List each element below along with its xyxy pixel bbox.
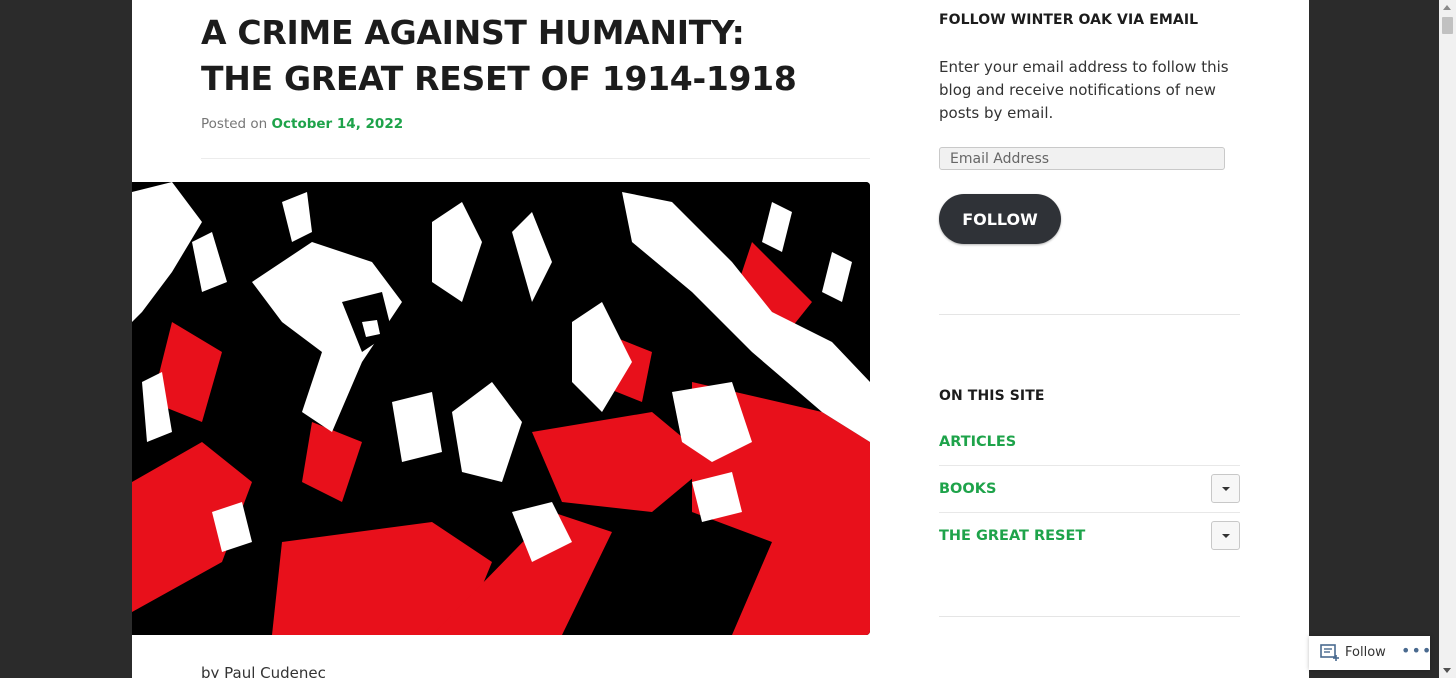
menu-item-the-great-reset[interactable]: THE GREAT RESET — [939, 513, 1240, 559]
follow-reader-icon — [1320, 644, 1340, 666]
dropdown-caret-icon[interactable] — [1211, 521, 1240, 550]
page-scrollbar[interactable] — [1439, 0, 1456, 678]
post-date-link[interactable]: October 14, 2022 — [272, 116, 404, 132]
post-meta: Posted on October 14, 2022 — [201, 116, 403, 132]
menu-item-books[interactable]: BOOKS — [939, 466, 1240, 512]
follow-bar-label[interactable]: Follow — [1345, 645, 1386, 660]
more-options-icon[interactable]: ••• — [1401, 641, 1432, 660]
menu-item-label[interactable]: ARTICLES — [939, 419, 1016, 465]
post-byline: by Paul Cudenec — [201, 664, 326, 678]
follow-button[interactable]: FOLLOW — [939, 194, 1061, 244]
posted-on-label: Posted on — [201, 116, 268, 132]
site-menu-title: ON THIS SITE — [939, 388, 1045, 404]
widget-divider — [939, 616, 1240, 617]
follow-widget-description: Enter your email address to follow this … — [939, 58, 1229, 122]
scroll-down-arrow-icon[interactable] — [1443, 668, 1451, 673]
post-title[interactable]: A CRIME AGAINST HUMANITY: THE GREAT RESE… — [201, 10, 821, 102]
follow-widget-title: FOLLOW WINTER OAK VIA EMAIL — [939, 12, 1199, 28]
meta-divider — [201, 158, 870, 159]
menu-item-articles[interactable]: ARTICLES — [939, 419, 1240, 465]
scroll-thumb[interactable] — [1442, 17, 1453, 34]
follow-bar[interactable]: Follow ••• — [1309, 636, 1432, 670]
page-content: A CRIME AGAINST HUMANITY: THE GREAT RESE… — [132, 0, 1309, 678]
menu-item-label[interactable]: THE GREAT RESET — [939, 513, 1085, 559]
dropdown-caret-icon[interactable] — [1211, 474, 1240, 503]
menu-item-label[interactable]: BOOKS — [939, 466, 996, 512]
widget-divider — [939, 314, 1240, 315]
woodcut-artwork — [132, 182, 870, 635]
scroll-up-arrow-icon[interactable] — [1443, 5, 1451, 10]
featured-image — [132, 182, 870, 635]
email-address-input[interactable] — [939, 147, 1225, 170]
